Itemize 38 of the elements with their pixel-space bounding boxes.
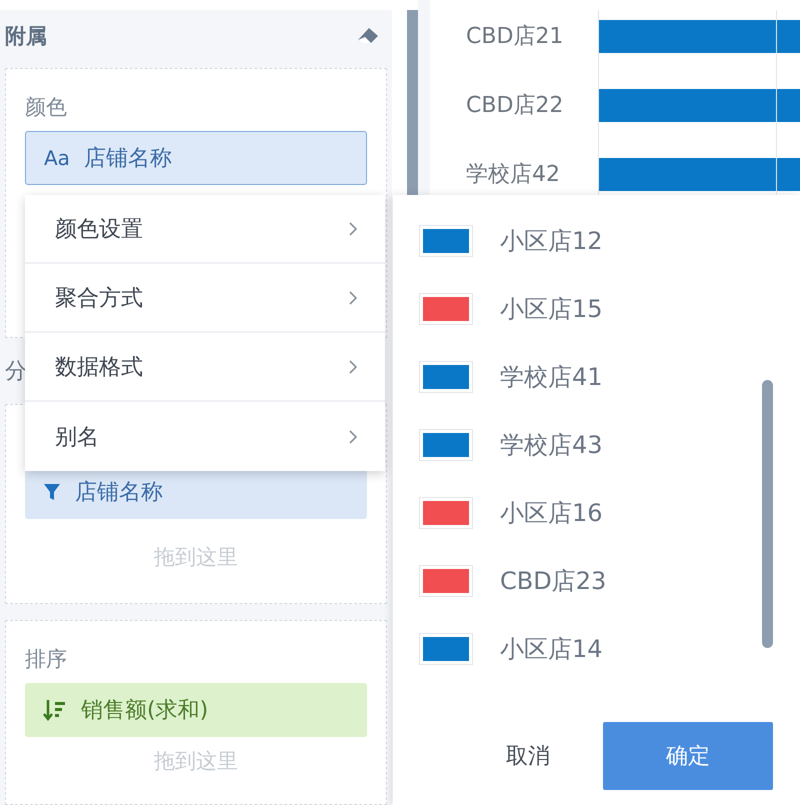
chevron-right-icon [349,290,357,304]
chevron-right-icon [349,222,357,236]
text-type-icon: Aa [44,146,70,170]
field-pill[interactable]: Aa 店铺名称 [25,131,367,185]
scrollbar-thumb[interactable] [762,380,773,648]
color-swatch[interactable] [420,226,472,256]
cancel-button[interactable]: 取消 [453,722,603,790]
series-label: 小区店15 [500,294,603,325]
series-label: 学校店43 [500,430,603,461]
drop-hint: 拖到这里 [153,544,239,571]
color-swatch[interactable] [420,430,472,460]
color-swatch[interactable] [420,634,472,664]
color-swatch[interactable] [420,566,472,596]
menu-item[interactable]: 聚合方式 [25,264,385,333]
color-swatch[interactable] [420,498,472,528]
category-label: 学校店42 [465,161,561,189]
eraser-icon[interactable] [357,26,379,46]
filter-icon [43,482,61,502]
category-label: CBD店21 [465,23,564,51]
chevron-right-icon [349,430,357,444]
category-label: CBD店22 [465,92,564,120]
series-label: 学校店41 [500,362,603,393]
color-swatch[interactable] [420,362,472,392]
well-label: 排序 [25,646,68,673]
field-pill[interactable]: 销售额(求和) [25,683,367,737]
sort-descending-icon [43,698,67,722]
panel-title: 附属 [5,23,47,50]
chevron-right-icon [349,360,357,374]
section-heading: 分 [5,358,27,386]
menu-item[interactable]: 数据格式 [25,333,385,402]
series-label: CBD店23 [500,566,606,597]
drop-hint: 拖到这里 [153,748,239,775]
menu-item[interactable]: 颜色设置 [25,195,385,264]
series-label: 小区店16 [500,498,603,529]
well-label: 颜色 [25,94,68,121]
color-swatch[interactable] [420,294,472,324]
series-label: 小区店14 [500,634,603,665]
series-label: 小区店12 [500,226,603,257]
